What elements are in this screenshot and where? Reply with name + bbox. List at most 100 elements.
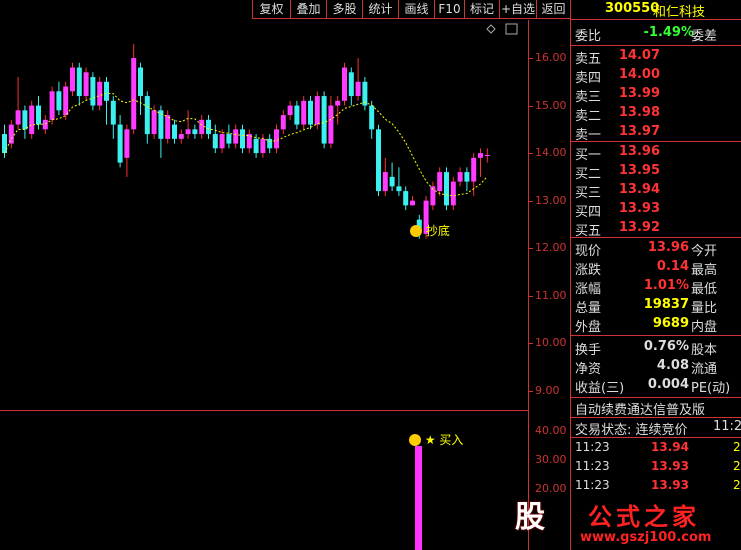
candle-body[interactable] [294,105,300,125]
candle-body[interactable] [484,154,490,156]
candle-body[interactable] [382,172,388,192]
draw-line-button[interactable]: 画线 [398,0,434,19]
candle-body[interactable] [342,67,347,101]
tick-volume: 2 [733,478,741,492]
logo-gu-mark: 股 [515,500,545,535]
bids-row[interactable]: 买四 13.93 [573,200,741,220]
candle-body[interactable] [192,129,198,135]
candle-body[interactable] [450,181,456,206]
candle-body[interactable] [144,96,150,135]
candle-body[interactable] [437,172,443,192]
candle-body[interactable] [226,134,232,144]
candle-body[interactable] [444,172,449,206]
trade-status-row: 交易状态: 连续竞价 11:2 [573,418,741,438]
candle-body[interactable] [280,115,286,130]
candle-body[interactable] [110,100,116,125]
indicator-tick-label: 30.00 [535,453,567,466]
candle-body[interactable] [90,77,96,106]
candle-body[interactable] [308,100,313,125]
candle-body[interactable] [83,72,89,97]
candle-body[interactable] [165,115,171,139]
overlay-button[interactable]: 叠加 [290,0,326,19]
candle-body[interactable] [138,67,143,97]
candle-body[interactable] [240,129,245,149]
candle-body[interactable] [321,96,327,144]
bids-row[interactable]: 买二 13.95 [573,162,741,182]
candle-body[interactable] [314,96,320,125]
candle-body[interactable] [36,105,41,125]
candle-body[interactable] [260,138,266,154]
statistics-button[interactable]: 统计 [362,0,398,19]
stock-header: 300550 和仁科技 [570,0,741,20]
candle-body[interactable] [63,86,69,116]
candle-body[interactable] [151,110,157,135]
stat-row: 收益(三) 0.004 PE(动) [573,376,741,396]
candle-body[interactable] [117,124,123,163]
add-watchlist-button[interactable]: +自选 [499,0,536,19]
moving-average-line [4,92,488,197]
bids-row[interactable]: 买一 13.96 [573,143,741,163]
candle-body[interactable] [76,67,82,97]
promo-banner[interactable]: 自动续费通达信普及版 [573,398,741,418]
back-button[interactable]: 返回 [536,0,570,19]
candle-body[interactable] [274,129,279,149]
stat-extra-label: 股本 [691,343,718,358]
stat-row: 外盘 9689 内盘 [573,315,741,335]
chart-panel-icon[interactable] [505,23,518,35]
candle-body[interactable] [70,67,75,92]
candle-body[interactable] [335,100,341,106]
stat-extra-label: 最高 [691,263,718,278]
multi-stock-button[interactable]: 多股 [326,0,362,19]
candle-body[interactable] [206,119,211,135]
candle-body[interactable] [478,153,483,158]
candle-body[interactable] [348,72,354,97]
bids-row[interactable]: 买五 13.92 [573,219,741,239]
candle-body[interactable] [131,58,137,130]
asks-row[interactable]: 卖四 14.00 [573,66,741,86]
candle-body[interactable] [376,129,381,192]
candlestick-chart[interactable] [0,20,570,550]
candle-body[interactable] [267,138,273,149]
candle-body[interactable] [233,129,239,144]
candle-body[interactable] [97,81,103,106]
candle-body[interactable] [464,172,470,182]
candle-body[interactable] [49,91,55,120]
candle-body[interactable] [457,172,463,182]
candle-body[interactable] [199,119,205,135]
candle-body[interactable] [301,100,307,125]
candle-body[interactable] [42,119,48,130]
candle-body[interactable] [328,105,334,144]
candle-body[interactable] [396,186,402,192]
asks-row[interactable]: 卖五 14.07 [573,47,741,67]
candle-body[interactable] [253,138,259,154]
restore-rights-button[interactable]: 复权 [252,0,290,19]
candle-body[interactable] [287,105,293,116]
asks-row[interactable]: 卖二 13.98 [573,104,741,124]
candle-body[interactable] [185,129,191,135]
candle-body[interactable] [219,134,225,149]
mark-button[interactable]: 标记 [464,0,499,19]
candle-body[interactable] [56,91,62,111]
promo-banner-text[interactable]: 自动续费通达信普及版 [575,399,705,418]
candle-body[interactable] [2,134,7,154]
candle-body[interactable] [104,81,109,101]
candle-body[interactable] [124,129,130,158]
candle-body[interactable] [355,81,361,97]
chart-diamond-icon[interactable] [486,24,496,34]
candle-body[interactable] [22,110,28,130]
candle-body[interactable] [369,105,375,130]
asks-row[interactable]: 卖一 13.97 [573,123,741,143]
candle-body[interactable] [172,124,177,139]
candle-body[interactable] [15,110,21,125]
candle-body[interactable] [410,200,415,206]
bids-row[interactable]: 买三 13.94 [573,181,741,201]
candle-body[interactable] [212,134,218,149]
candle-body[interactable] [403,191,409,206]
candle-body[interactable] [389,176,395,187]
candle-body[interactable] [471,157,477,182]
candle-body[interactable] [8,124,14,144]
f10-button[interactable]: F10 [434,0,464,19]
candle-body[interactable] [29,105,35,135]
asks-row[interactable]: 卖三 13.99 [573,85,741,105]
candle-body[interactable] [178,134,184,139]
